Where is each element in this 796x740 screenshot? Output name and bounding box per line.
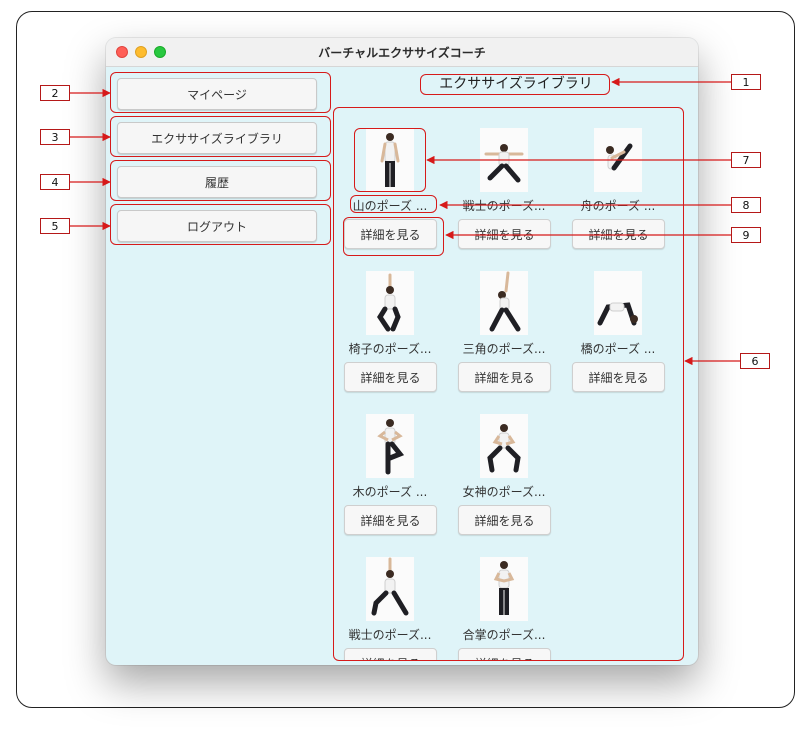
annotation-label-8: 8: [731, 197, 761, 213]
annotation-label-5: 5: [40, 218, 70, 234]
annotation-label-6: 6: [740, 353, 770, 369]
annotation-arrows: [70, 77, 740, 366]
annotation-label-9: 9: [731, 227, 761, 243]
annotation-label-4: 4: [40, 174, 70, 190]
annotation-label-7: 7: [731, 152, 761, 168]
annotation-label-2: 2: [40, 85, 70, 101]
annotation-label-3: 3: [40, 129, 70, 145]
annotation-label-1: 1: [731, 74, 761, 90]
